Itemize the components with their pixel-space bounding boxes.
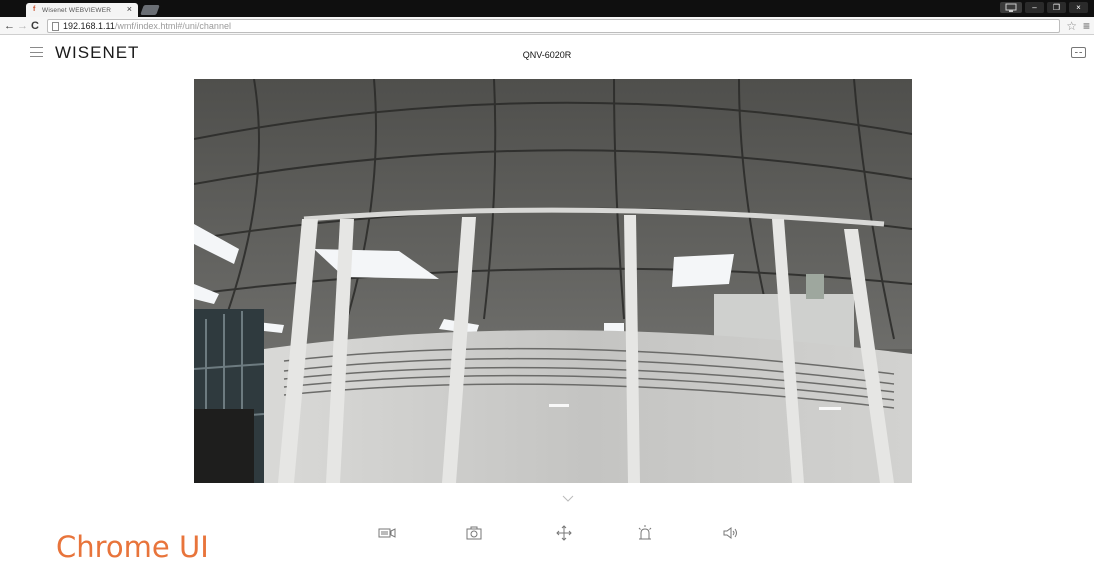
browser-tab[interactable]: f Wisenet WEBVIEWER × — [26, 3, 138, 17]
fullscreen-icon[interactable] — [1071, 47, 1086, 58]
forward-arrow-icon[interactable]: → — [17, 18, 28, 34]
wisenet-favicon-icon: f — [33, 6, 36, 13]
chrome-menu-icon[interactable]: ≡ — [1083, 18, 1090, 34]
address-bar[interactable]: 192.168.1.11 /wmf/index.html#/uni/channe… — [47, 19, 1060, 33]
ptz-icon[interactable] — [553, 524, 575, 542]
live-video-view[interactable] — [194, 79, 912, 483]
user-profile-icon[interactable] — [1000, 2, 1022, 13]
tab-close-icon[interactable]: × — [127, 4, 132, 15]
restore-button[interactable]: ❐ — [1047, 2, 1066, 13]
close-window-button[interactable]: × — [1069, 2, 1088, 13]
back-arrow-icon[interactable]: ← — [4, 18, 15, 34]
bookmark-star-icon[interactable]: ☆ — [1066, 18, 1077, 34]
tab-title: Wisenet WEBVIEWER — [42, 6, 112, 14]
page-icon — [52, 21, 59, 31]
app-header: WISENET QNV-6020R — [0, 35, 1094, 79]
camera-feed-image — [194, 79, 912, 483]
collapse-chevron-icon[interactable] — [562, 495, 574, 503]
alarm-output-icon[interactable] — [634, 524, 656, 542]
screen: f Wisenet WEBVIEWER × – ❐ × ← → C 192.16… — [0, 0, 1094, 572]
browser-tab-strip: f Wisenet WEBVIEWER × – ❐ × — [0, 0, 1094, 17]
audio-icon[interactable] — [720, 524, 742, 542]
chrome-ui-label: Chrome UI — [56, 530, 209, 564]
camera-model-title: QNV-6020R — [522, 50, 572, 60]
new-tab-button[interactable] — [140, 5, 160, 15]
reload-icon[interactable]: C — [31, 18, 39, 34]
url-host: 192.168.1.11 — [63, 21, 115, 31]
url-path: /wmf/index.html#/uni/channel — [114, 21, 231, 31]
browser-toolbar: ← → C 192.168.1.11 /wmf/index.html#/uni/… — [0, 17, 1094, 35]
record-icon[interactable] — [376, 524, 398, 542]
minimize-button[interactable]: – — [1025, 2, 1044, 13]
snapshot-icon[interactable] — [463, 524, 485, 542]
window-controls: – ❐ × — [1000, 2, 1088, 14]
